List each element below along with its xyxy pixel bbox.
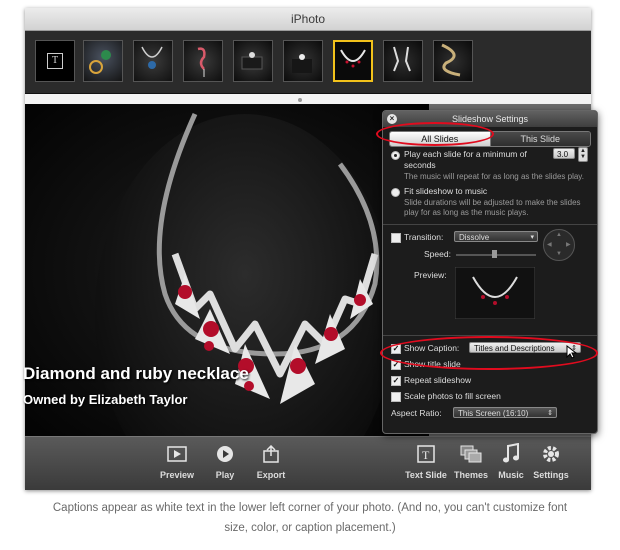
necklace-photo: [25, 104, 429, 436]
resize-divider[interactable]: [25, 94, 591, 104]
ring-box-thumb[interactable]: [233, 40, 273, 82]
preview-label: Preview: [159, 470, 195, 480]
ring-box-image: [241, 52, 263, 70]
earrings-thumb[interactable]: [383, 40, 423, 82]
pendant-necklace-image: [141, 46, 163, 69]
export-label: Export: [256, 470, 286, 480]
seconds-stepper-icon[interactable]: ▲ ▼: [578, 147, 588, 162]
caption-description: Owned by Elizabeth Taylor: [23, 392, 188, 407]
play-each-label: Play each slide for a minimum of: [404, 149, 527, 159]
figure-caption-line1: Captions appear as white text in the low…: [52, 502, 568, 514]
fit-music-note: Slide durations will be adjusted to make…: [404, 198, 581, 217]
speed-slider[interactable]: [456, 250, 536, 258]
settings-label: Settings: [533, 470, 569, 480]
ring-jewelry-image: [89, 50, 111, 74]
export-icon: [245, 440, 297, 467]
aspect-ratio-popup[interactable]: This Screen (16:10) ⇕: [453, 407, 557, 418]
earrings-image: [393, 46, 411, 72]
divider-grip[interactable]: [298, 98, 302, 102]
serpent-necklace-thumb[interactable]: [433, 40, 473, 82]
play-button[interactable]: Play: [199, 440, 251, 480]
export-button[interactable]: Export: [245, 440, 297, 480]
aspect-ratio-label: Aspect Ratio:: [391, 408, 442, 418]
svg-text:T: T: [422, 448, 430, 462]
scale-photos-label: Scale photos to fill screen: [404, 391, 501, 401]
chevron-down-icon: ▾: [530, 234, 534, 241]
highlight-oval-all-slides: [376, 122, 494, 146]
transition-checkbox[interactable]: [391, 233, 401, 243]
caption-title: Diamond and ruby necklace: [23, 364, 249, 383]
close-icon[interactable]: ×: [387, 114, 397, 124]
ring-jewelry-thumb[interactable]: [83, 40, 123, 82]
bottom-toolbar: Preview Play Export T Text Slide Themes …: [25, 436, 591, 490]
preview-button[interactable]: Preview: [151, 440, 203, 480]
fit-music-radio[interactable]: [391, 188, 400, 197]
chevron-updown-icon: ⇕: [547, 410, 553, 417]
window-title: iPhoto: [25, 8, 591, 31]
ring-cushion-thumb[interactable]: [283, 40, 323, 82]
seconds-label: seconds: [404, 160, 436, 170]
slide-filmstrip[interactable]: T: [25, 31, 591, 94]
play-label: Play: [215, 470, 235, 480]
divider: [383, 224, 597, 225]
text-slide-thumb[interactable]: T: [35, 40, 75, 82]
play-icon: [199, 440, 251, 467]
aspect-ratio-value: This Screen (16:10): [458, 409, 529, 418]
flamingo-brooch-thumb[interactable]: [183, 40, 223, 82]
diamond-necklace-thumb[interactable]: [333, 40, 373, 82]
transition-popup[interactable]: Dissolve ▾: [454, 231, 538, 242]
preview-label: Preview:: [414, 270, 447, 280]
play-note: The music will repeat for as long as the…: [404, 172, 584, 181]
text-slide-icon: T: [47, 53, 63, 69]
fit-music-label: Fit slideshow to music: [404, 186, 488, 196]
speed-label: Speed:: [424, 249, 451, 259]
seconds-field[interactable]: 3.0: [553, 148, 575, 159]
scale-photos-checkbox[interactable]: [391, 392, 401, 402]
pendant-necklace-thumb[interactable]: [133, 40, 173, 82]
flamingo-brooch-image: [197, 47, 206, 77]
figure-caption: Captions appear as white text in the low…: [0, 498, 620, 538]
serpent-necklace-image: [441, 43, 461, 77]
slideshow-settings-panel: × Slideshow Settings All Slides This Sli…: [382, 110, 598, 434]
transition-preview-image: [455, 267, 535, 319]
tab-this-slide[interactable]: This Slide: [489, 132, 590, 146]
figure-caption-line2: size, color, or caption placement.): [224, 522, 396, 534]
repeat-slideshow-label: Repeat slideshow: [404, 375, 472, 385]
preview-icon: [151, 440, 203, 467]
speed-slider-knob[interactable]: [492, 250, 497, 258]
repeat-slideshow-checkbox[interactable]: ✓: [391, 376, 401, 386]
direction-control-icon[interactable]: ▲ ▼ ◀ ▶: [543, 229, 575, 261]
mouse-cursor-icon: [566, 345, 578, 359]
diamond-necklace-image: [340, 49, 366, 68]
settings-button[interactable]: Settings: [525, 440, 577, 480]
transition-value: Dissolve: [459, 233, 490, 242]
ring-cushion-image: [292, 54, 312, 73]
play-each-radio[interactable]: [391, 151, 400, 160]
gear-icon: [525, 440, 577, 467]
transition-label: Transition:: [404, 232, 444, 242]
